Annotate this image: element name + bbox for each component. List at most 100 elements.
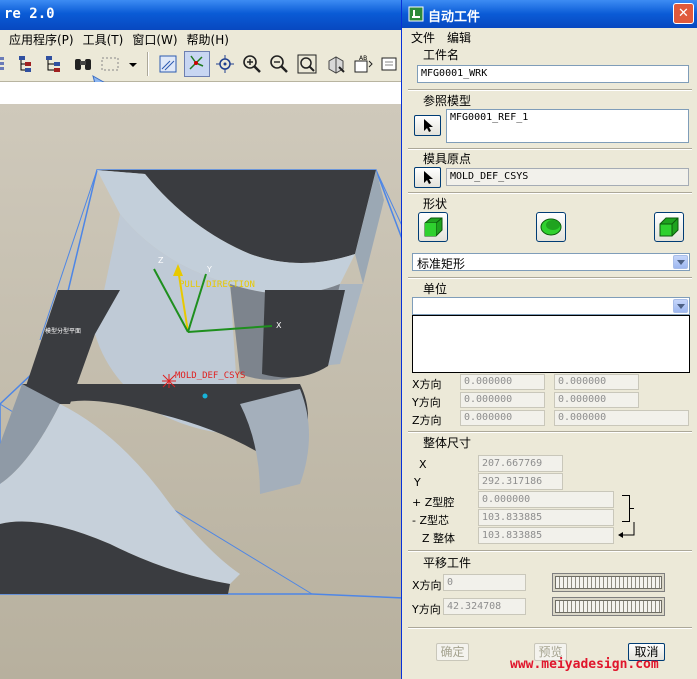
select-arrow-icon <box>424 119 433 132</box>
overall-y-label: Y <box>414 476 421 489</box>
shape-select[interactable]: 标准矩形 <box>412 253 690 271</box>
z-core-label: - Z型芯 <box>412 514 450 527</box>
offset-y-pos-input[interactable]: 0.000000 <box>554 392 639 408</box>
translate-x-input[interactable]: 0 <box>443 574 526 591</box>
divider <box>408 550 692 552</box>
close-icon: ✕ <box>678 6 689 21</box>
shape-label: 形状 <box>423 197 448 211</box>
z-total-label: Z 整体 <box>422 532 456 545</box>
overall-size-label: 整体尺寸 <box>423 436 472 450</box>
select-mold-origin-button[interactable] <box>414 167 441 188</box>
custom-shape-icon <box>659 217 679 237</box>
datum-csys-icon[interactable] <box>184 51 210 77</box>
close-button[interactable]: ✕ <box>673 3 694 24</box>
mold-csys-marker <box>162 374 176 388</box>
translate-x-slider[interactable] <box>552 573 665 592</box>
workpiece-name-input[interactable]: MFG0001_WRK <box>417 65 689 83</box>
z-cavity-field[interactable]: 0.000000 <box>478 491 614 508</box>
chevron-down-icon[interactable] <box>673 255 688 269</box>
menu-tools[interactable]: 工具(T) <box>83 31 124 48</box>
offset-x-neg-input[interactable]: 0.000000 <box>460 374 545 390</box>
axis-z-label: Z <box>158 256 164 265</box>
overall-x-field: 207.667769 <box>478 455 563 472</box>
overall-y-field: 292.317186 <box>478 473 563 490</box>
cube-shape-icon <box>424 217 443 237</box>
sum-arrow-icon <box>618 522 635 538</box>
menu-edit[interactable]: 编辑 <box>447 29 471 46</box>
zoom-in-icon[interactable] <box>241 53 263 75</box>
graphics-viewport[interactable]: PULL DIRECTION X Y Z MOLD_DEF_CSYS 模型分型平… <box>0 104 404 679</box>
translate-y-thumbwheel[interactable] <box>555 600 662 613</box>
z-total-field: 103.833885 <box>478 527 614 544</box>
translate-y-input[interactable]: 42.324708 <box>443 598 526 615</box>
divider <box>408 89 692 91</box>
offset-y-neg-input[interactable]: 0.000000 <box>460 392 545 408</box>
orient-icon[interactable] <box>325 53 347 75</box>
offset-z-pos-input[interactable]: 0.000000 <box>554 410 689 426</box>
app-titlebar: re 2.0 <box>0 0 404 30</box>
axis-x-label: X <box>276 321 282 330</box>
datum-planes-icon[interactable] <box>157 53 179 75</box>
mold-model-scene: PULL DIRECTION X Y Z MOLD_DEF_CSYS 模型分型平… <box>0 169 404 599</box>
shape-select-value: 标准矩形 <box>417 257 466 271</box>
reference-model-list[interactable]: MFG0001_REF_1 <box>446 109 689 143</box>
axis-y-label: Y <box>206 265 212 274</box>
dialog-menubar: 文件 编辑 <box>402 28 697 46</box>
offset-x-label: X方向 <box>412 378 442 391</box>
layer-tree-icon[interactable] <box>0 53 14 75</box>
divider <box>408 627 692 629</box>
cube-shape-button[interactable] <box>418 212 448 242</box>
app-toolbar: AB <box>0 48 404 93</box>
divider <box>408 431 692 433</box>
translate-y-label: Y方向 <box>412 603 441 616</box>
app-menubar: 应用程序(P) 工具(T) 窗口(W) 帮助(H) <box>0 30 404 48</box>
model-tree-filter-icon[interactable] <box>43 53 65 75</box>
unit-select[interactable] <box>412 297 690 315</box>
custom-shape-button[interactable] <box>654 212 684 242</box>
translate-y-slider[interactable] <box>552 597 665 616</box>
binoculars-icon[interactable] <box>72 53 94 75</box>
toolbar-separator <box>147 52 149 76</box>
z-core-field[interactable]: 103.833885 <box>478 509 614 526</box>
offset-z-label: Z方向 <box>412 414 442 427</box>
menu-applications[interactable]: 应用程序(P) <box>9 31 74 48</box>
zoom-out-icon[interactable] <box>268 53 290 75</box>
dropdown-arrow-icon[interactable] <box>122 53 138 75</box>
saved-views-icon[interactable]: AB <box>352 53 374 75</box>
model-tree-icon[interactable] <box>16 53 38 75</box>
watermark-text: www.meiyadesign.com <box>510 657 659 672</box>
divider <box>408 192 692 194</box>
dialog-titlebar[interactable]: 自动工件 ✕ <box>402 0 697 28</box>
workpiece-name-label: 工件名 <box>423 48 460 62</box>
mold-origin-field: MOLD_DEF_CSYS <box>446 168 689 186</box>
menu-window[interactable]: 窗口(W) <box>132 31 177 48</box>
cylinder-shape-button[interactable] <box>536 212 566 242</box>
svg-text:AB: AB <box>359 55 367 62</box>
mold-csys-label: MOLD_DEF_CSYS <box>175 371 245 381</box>
repaint-icon[interactable] <box>379 53 401 75</box>
dialog-title: 自动工件 <box>428 10 481 25</box>
unit-label: 单位 <box>423 282 448 296</box>
menu-help[interactable]: 帮助(H) <box>187 31 229 48</box>
menu-file[interactable]: 文件 <box>411 29 435 46</box>
mold-origin-label: 模具原点 <box>423 152 472 166</box>
model-tree-strip <box>0 82 404 104</box>
refit-icon[interactable] <box>296 53 318 75</box>
unit-dropdown-list[interactable] <box>412 315 690 373</box>
offset-x-pos-input[interactable]: 0.000000 <box>554 374 639 390</box>
selection-box-icon[interactable] <box>99 53 121 75</box>
select-reference-model-button[interactable] <box>414 115 441 136</box>
translate-workpiece-label: 平移工件 <box>423 556 472 570</box>
offset-y-label: Y方向 <box>412 396 441 409</box>
parting-plane-label: 模型分型平面 <box>45 327 81 335</box>
sum-bracket-tick <box>630 508 634 509</box>
cylinder-shape-icon <box>540 218 562 236</box>
screen: re 2.0 应用程序(P) 工具(T) 窗口(W) 帮助(H) AB PULL… <box>0 0 697 679</box>
ok-button[interactable]: 确定 <box>436 643 469 661</box>
select-arrow-icon <box>424 171 433 184</box>
translate-x-thumbwheel[interactable] <box>555 576 662 589</box>
overall-x-label: X <box>419 458 427 471</box>
chevron-down-icon[interactable] <box>673 299 688 313</box>
spin-center-icon[interactable] <box>214 53 236 75</box>
offset-z-neg-input[interactable]: 0.000000 <box>460 410 545 426</box>
